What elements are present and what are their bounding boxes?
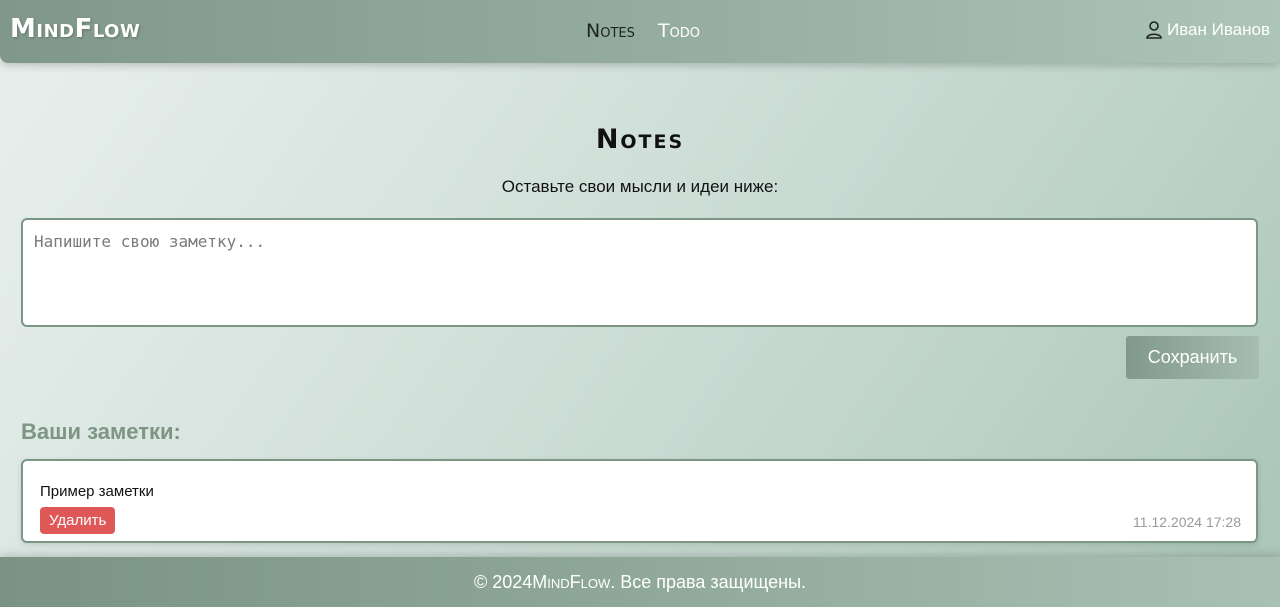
user-name: Иван Иванов [1166, 20, 1270, 39]
page-subtitle: Оставьте свои мысли и идеи ниже: [501, 177, 779, 196]
page-title: Notes [595, 124, 685, 155]
delete-note-button[interactable]: Удалить [40, 507, 116, 534]
nav-link-todo[interactable]: Todo [658, 20, 700, 42]
nav-link-notes[interactable]: Notes [586, 20, 635, 42]
main-nav: Notes Todo [586, 20, 700, 42]
footer-copyright: © 2024 [473, 571, 533, 592]
note-input[interactable] [21, 218, 1258, 327]
top-navbar: MindFlow Notes Todo Иван Иванов [0, 0, 1280, 63]
footer-brand: MindFlow [532, 571, 611, 592]
footer: © 2024 MindFlow. Все права защищены. [0, 557, 1280, 607]
logo[interactable]: MindFlow [10, 14, 140, 44]
user-icon [1146, 21, 1162, 39]
notes-heading: Ваши заметки: [21, 419, 181, 444]
user-profile[interactable]: Иван Иванов [1146, 20, 1270, 40]
save-button[interactable]: Сохранить [1126, 336, 1259, 379]
note-text: Пример заметки [40, 483, 154, 500]
footer-rights: . Все права защищены. [610, 571, 807, 592]
note-timestamp: 11.12.2024 17:28 [1133, 514, 1241, 530]
note-card: Пример заметки Удалить 11.12.2024 17:28 [21, 459, 1258, 543]
